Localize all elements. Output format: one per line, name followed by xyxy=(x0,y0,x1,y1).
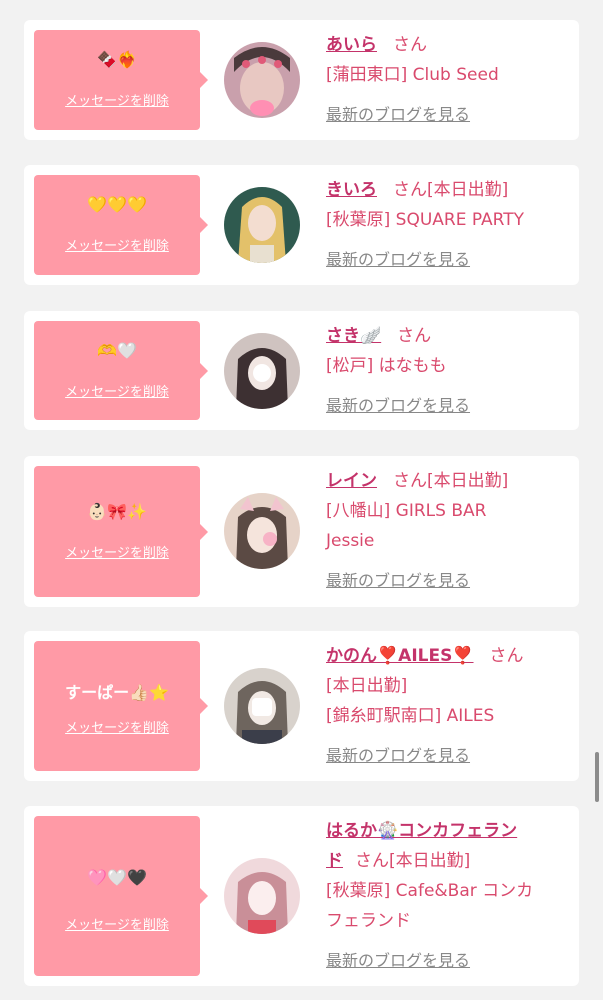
cast-info: あいら さん [蒲田東口] Club Seed 最新のブログを見る xyxy=(326,30,569,130)
delete-message-link[interactable]: メッセージを削除 xyxy=(34,235,200,254)
work-status: [本日出勤] xyxy=(427,180,509,200)
cast-info: さき🪽 さん [松戸] はなもも 最新のブログを見る xyxy=(326,321,569,421)
delete-message-link[interactable]: メッセージを削除 xyxy=(34,381,200,400)
shop-name: [秋葉原] Cafe&Bar コンカ xyxy=(326,881,534,901)
message-bubble: すーぱー👍🏻⭐️ メッセージを削除 xyxy=(34,641,208,771)
message-bubble: 👶🏻🎀✨ メッセージを削除 xyxy=(34,466,208,597)
shop-name-continued: Jessie xyxy=(326,531,375,551)
avatar-image xyxy=(224,668,300,744)
message-bubble: 🩷🤍🖤 メッセージを削除 xyxy=(34,816,208,976)
message-card: 🫶🤍 メッセージを削除 さき🪽 さん [松戸] はなもも 最新のブログを見る xyxy=(24,311,579,430)
delete-message-link[interactable]: メッセージを削除 xyxy=(34,717,200,736)
message-card: 🍫❤️‍🔥 メッセージを削除 あいら さん [蒲田東口] Club Seed 最新… xyxy=(24,20,579,140)
shop-name: [八幡山] GIRLS BAR xyxy=(326,501,487,521)
shop-name: [蒲田東口] Club Seed xyxy=(326,65,499,85)
avatar-image xyxy=(224,333,300,409)
latest-blog-link[interactable]: 最新のブログを見る xyxy=(326,396,470,415)
message-text: すーぱー👍🏻⭐️ xyxy=(65,683,169,702)
work-status: [本日出勤] xyxy=(427,471,509,491)
avatar[interactable] xyxy=(224,333,300,409)
latest-blog-link[interactable]: 最新のブログを見る xyxy=(326,105,470,124)
scrollbar[interactable] xyxy=(595,752,599,802)
avatar[interactable] xyxy=(224,668,300,744)
message-card: 👶🏻🎀✨ メッセージを削除 レイン さん[本日出勤] [八幡山] GIRLS BA… xyxy=(24,456,579,607)
honorific: さん xyxy=(393,180,427,200)
cast-name[interactable]: レイン xyxy=(326,471,377,491)
message-text: 💛💛💛 xyxy=(87,195,147,214)
avatar-image xyxy=(224,42,300,118)
cast-name[interactable]: あいら xyxy=(326,35,377,55)
shop-name: [錦糸町駅南口] AILES xyxy=(326,706,495,726)
shop-name-continued: フェランド xyxy=(326,911,411,931)
avatar-image xyxy=(224,187,300,263)
latest-blog-link[interactable]: 最新のブログを見る xyxy=(326,746,470,765)
cast-name[interactable]: きいろ xyxy=(326,180,377,200)
cast-name-continued[interactable]: ド xyxy=(326,851,343,871)
honorific: さん xyxy=(393,35,427,55)
message-card: 💛💛💛 メッセージを削除 きいろ さん[本日出勤] [秋葉原] SQUARE PA… xyxy=(24,165,579,285)
avatar[interactable] xyxy=(224,187,300,263)
delete-message-link[interactable]: メッセージを削除 xyxy=(34,542,200,561)
message-bubble: 🍫❤️‍🔥 メッセージを削除 xyxy=(34,30,208,130)
message-card: すーぱー👍🏻⭐️ メッセージを削除 かのん❣️AILES❣️ さん [本日出勤] … xyxy=(24,631,579,781)
cast-info: かのん❣️AILES❣️ さん [本日出勤] [錦糸町駅南口] AILES 最新の… xyxy=(326,641,569,771)
avatar[interactable] xyxy=(224,858,300,934)
work-status: [本日出勤] xyxy=(326,676,408,696)
message-text: 👶🏻🎀✨ xyxy=(87,502,147,521)
message-text: 🩷🤍🖤 xyxy=(87,868,147,887)
message-bubble: 🫶🤍 メッセージを削除 xyxy=(34,321,208,420)
cast-info: きいろ さん[本日出勤] [秋葉原] SQUARE PARTY 最新のブログを見る xyxy=(326,175,569,275)
honorific: さん xyxy=(489,646,524,666)
message-bubble: 💛💛💛 メッセージを削除 xyxy=(34,175,208,275)
shop-name: [松戸] はなもも xyxy=(326,356,447,376)
avatar-image xyxy=(224,493,300,569)
avatar-image xyxy=(224,858,300,934)
delete-message-link[interactable]: メッセージを削除 xyxy=(34,914,200,933)
cast-name[interactable]: さき🪽 xyxy=(326,326,381,346)
cast-info: レイン さん[本日出勤] [八幡山] GIRLS BAR Jessie 最新のブロ… xyxy=(326,466,569,596)
avatar[interactable] xyxy=(224,42,300,118)
message-card: 🩷🤍🖤 メッセージを削除 はるか🎡コンカフェラン ドさん[本日出勤] [秋葉原]… xyxy=(24,806,579,986)
latest-blog-link[interactable]: 最新のブログを見る xyxy=(326,951,470,970)
delete-message-link[interactable]: メッセージを削除 xyxy=(34,90,200,109)
latest-blog-link[interactable]: 最新のブログを見る xyxy=(326,250,470,269)
work-status: [本日出勤] xyxy=(389,851,471,871)
message-text: 🍫❤️‍🔥 xyxy=(97,50,137,69)
latest-blog-link[interactable]: 最新のブログを見る xyxy=(326,571,470,590)
honorific: さん xyxy=(355,851,389,871)
shop-name: [秋葉原] SQUARE PARTY xyxy=(326,210,525,230)
avatar[interactable] xyxy=(224,493,300,569)
cast-info: はるか🎡コンカフェラン ドさん[本日出勤] [秋葉原] Cafe&Bar コンカ… xyxy=(326,816,569,976)
honorific: さん xyxy=(393,471,427,491)
cast-name[interactable]: はるか🎡コンカフェラン xyxy=(326,821,517,841)
honorific: さん xyxy=(397,326,432,346)
message-text: 🫶🤍 xyxy=(97,341,137,360)
cast-name[interactable]: かのん❣️AILES❣️ xyxy=(326,646,474,666)
